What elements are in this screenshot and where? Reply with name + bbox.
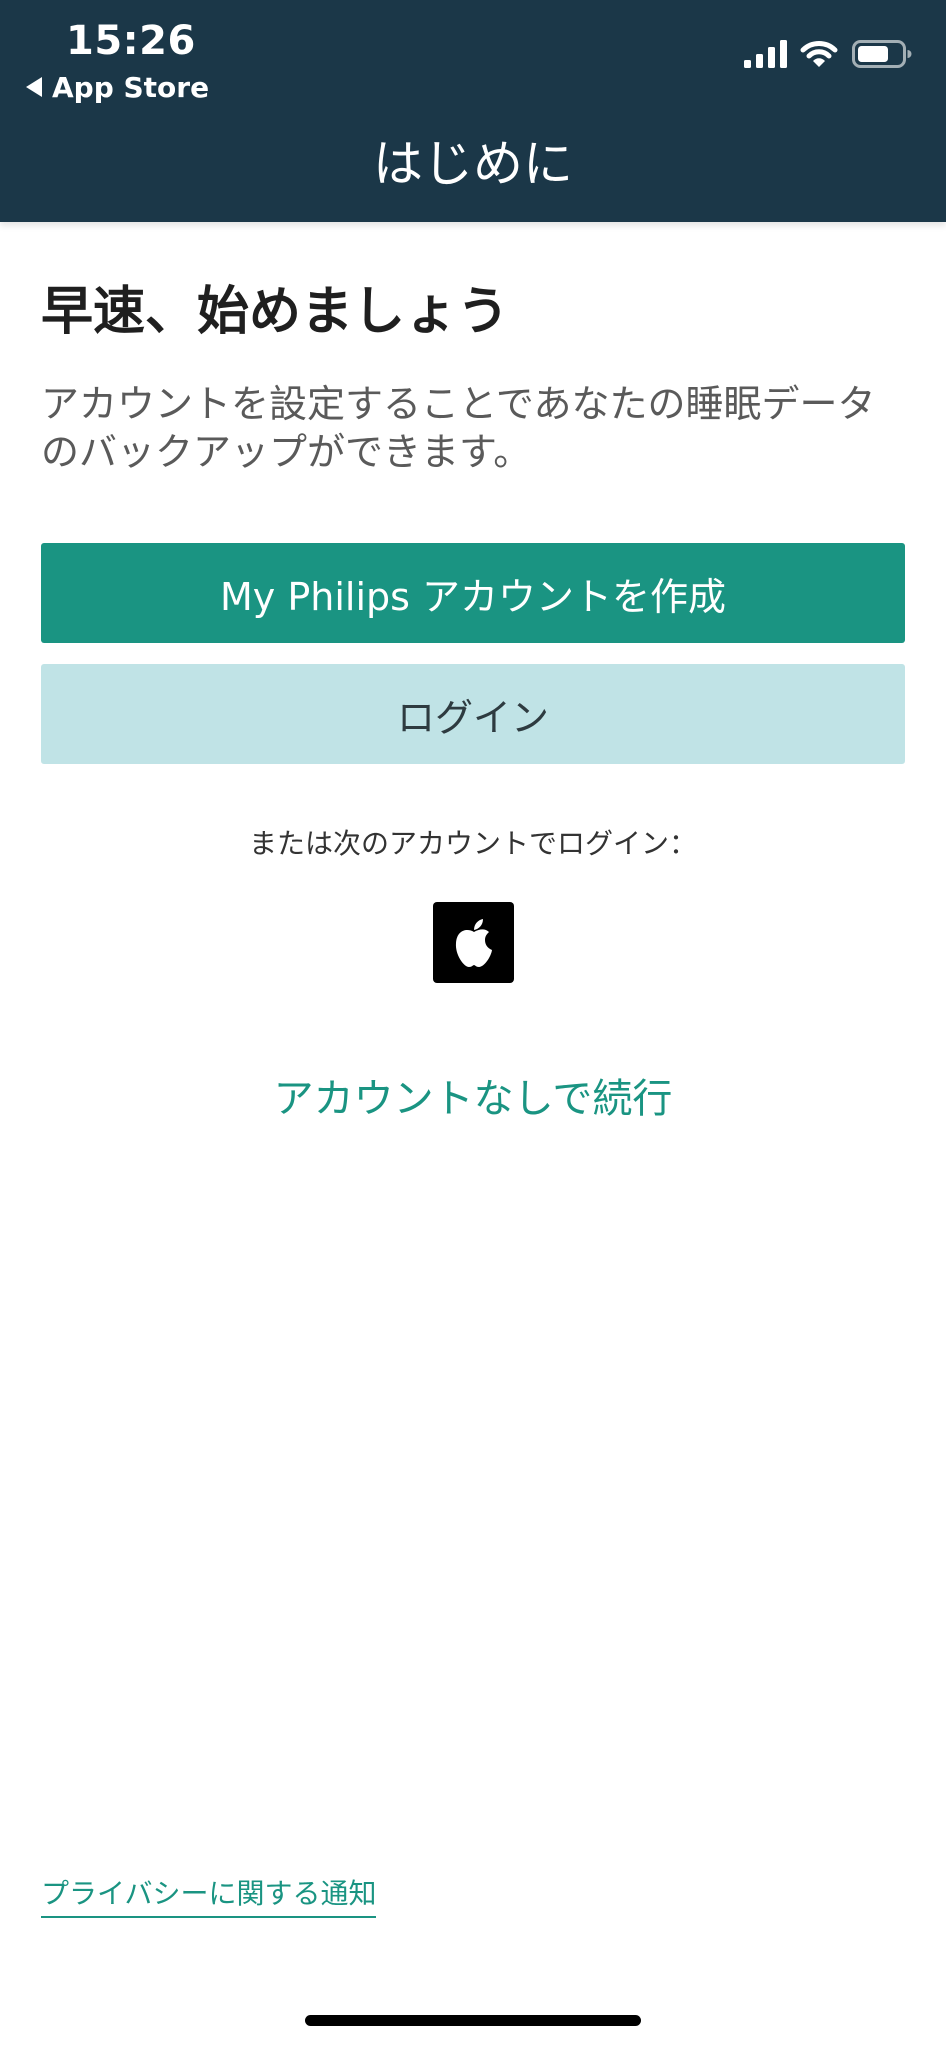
- home-indicator: [305, 2015, 641, 2026]
- status-time: 15:26: [66, 18, 196, 64]
- back-triangle-icon: [26, 77, 42, 97]
- wifi-icon: [800, 41, 838, 67]
- back-to-app-store[interactable]: App Store: [26, 70, 209, 104]
- battery-icon: [852, 40, 912, 68]
- status-icons: [744, 40, 912, 68]
- apple-icon: [455, 918, 492, 967]
- continue-without-account-link[interactable]: アカウントなしで続行: [0, 1066, 946, 1124]
- back-app-label: App Store: [52, 70, 210, 104]
- login-label: ログイン: [396, 695, 549, 740]
- intro-description: アカウントを設定することであなたの睡眠データのバックアップができます。: [41, 382, 876, 474]
- apple-login-button[interactable]: [433, 902, 514, 983]
- signal-icon: [744, 40, 787, 68]
- create-account-button[interactable]: My Philips アカウントを作成: [41, 543, 905, 643]
- login-button[interactable]: ログイン: [41, 664, 905, 764]
- section-heading: 早速、始めましょう: [41, 282, 510, 342]
- page-title: はじめに: [373, 135, 573, 193]
- alt-login-text: または次のアカウントでログイン：: [248, 827, 697, 860]
- app-header: 15:26 App Store はじめに: [0, 0, 946, 222]
- privacy-notice-link[interactable]: プライバシーに関する通知: [41, 1872, 377, 1918]
- create-account-label: My Philips アカウントを作成: [219, 574, 727, 619]
